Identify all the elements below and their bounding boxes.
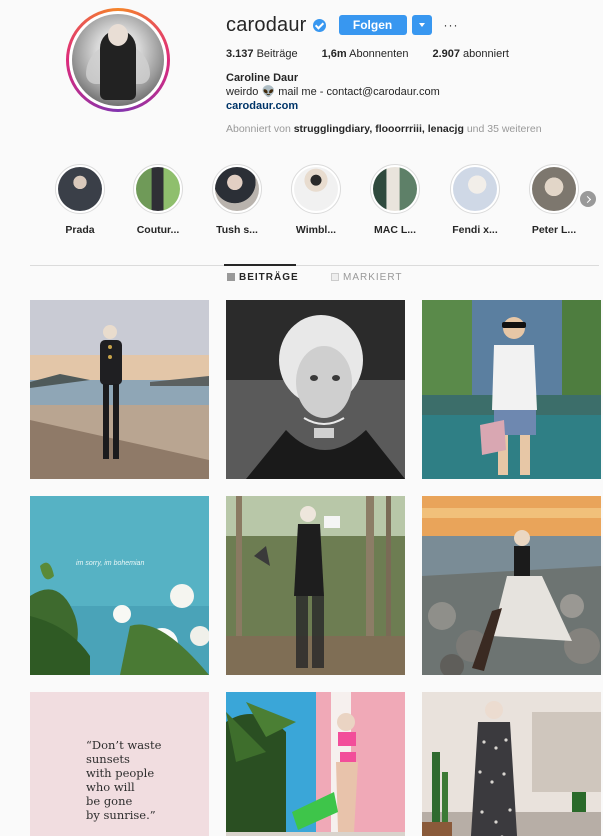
follow-button[interactable]: Folgen bbox=[338, 15, 407, 35]
profile-bio: Caroline Daur weirdo 👽 mail me - contact… bbox=[226, 71, 440, 113]
highlight-label: Coutur... bbox=[136, 224, 180, 236]
website-link[interactable]: carodaur.com bbox=[226, 99, 440, 113]
tab-posts[interactable]: BEITRÄGE bbox=[227, 270, 299, 284]
highlight-label: Prada bbox=[65, 224, 95, 236]
username-row: carodaur Folgen ··· bbox=[226, 13, 459, 37]
suggestions-dropdown-button[interactable] bbox=[411, 15, 432, 35]
post-tile[interactable]: “Don’t waste sunsets with people who wil… bbox=[30, 692, 209, 836]
highlight-label: Wimbl... bbox=[295, 224, 337, 236]
post-tile[interactable]: im sorry, im bohemian bbox=[30, 496, 209, 675]
chevron-right-icon[interactable] bbox=[580, 191, 596, 207]
post-tile[interactable] bbox=[226, 496, 405, 675]
highlight-fendi[interactable]: Fendi x... bbox=[439, 158, 511, 236]
tab-tagged[interactable]: MARKIERT bbox=[331, 270, 403, 284]
highlight-mac[interactable]: MAC L... bbox=[359, 158, 431, 236]
followed-by[interactable]: Abonniert von strugglingdiary, flooorrri… bbox=[226, 123, 542, 135]
post-tile[interactable] bbox=[226, 692, 405, 836]
full-name: Caroline Daur bbox=[226, 72, 299, 84]
more-options-button[interactable]: ··· bbox=[444, 19, 459, 31]
post-tile[interactable] bbox=[30, 300, 209, 479]
grid-icon bbox=[227, 273, 235, 281]
post-tile[interactable] bbox=[226, 300, 405, 479]
stat-posts: 3.137 Beiträge bbox=[226, 48, 298, 60]
highlight-tush[interactable]: Tush s... bbox=[201, 158, 273, 236]
highlight-label: Peter L... bbox=[531, 224, 577, 236]
highlight-couture[interactable]: Coutur... bbox=[122, 158, 194, 236]
profile-header: carodaur Folgen ··· 3.137 Beiträge 1,6m … bbox=[0, 0, 603, 150]
profile-stats: 3.137 Beiträge 1,6m Abonnenten 2.907 abo… bbox=[226, 48, 533, 60]
stat-following[interactable]: 2.907 abonniert bbox=[432, 48, 508, 60]
post-tile[interactable] bbox=[422, 496, 601, 675]
bio-text: weirdo 👽 mail me - contact@carodaur.com bbox=[226, 86, 440, 98]
stat-followers[interactable]: 1,6m Abonnenten bbox=[322, 48, 409, 60]
chevron-down-icon bbox=[418, 23, 425, 27]
active-tab-indicator bbox=[224, 264, 296, 266]
tabs-divider bbox=[30, 265, 599, 266]
highlight-label: Tush s... bbox=[216, 224, 258, 236]
highlight-prada[interactable]: Prada bbox=[44, 158, 116, 236]
quote-text: “Don’t waste sunsets with people who wil… bbox=[86, 738, 162, 822]
highlight-label: Fendi x... bbox=[452, 224, 498, 236]
profile-avatar[interactable] bbox=[66, 8, 170, 112]
tag-icon bbox=[331, 273, 339, 281]
verified-badge-icon bbox=[312, 18, 326, 32]
highlight-wimbledon[interactable]: Wimbl... bbox=[280, 158, 352, 236]
story-highlights: Prada Coutur... Tush s... Wimbl... MAC L… bbox=[0, 158, 603, 240]
avatar-photo bbox=[72, 14, 164, 106]
post-overlay-text: im sorry, im bohemian bbox=[76, 560, 145, 567]
highlight-label: MAC L... bbox=[374, 224, 416, 236]
post-tile[interactable] bbox=[422, 300, 601, 479]
post-tile[interactable] bbox=[422, 692, 601, 836]
username: carodaur bbox=[226, 13, 307, 36]
